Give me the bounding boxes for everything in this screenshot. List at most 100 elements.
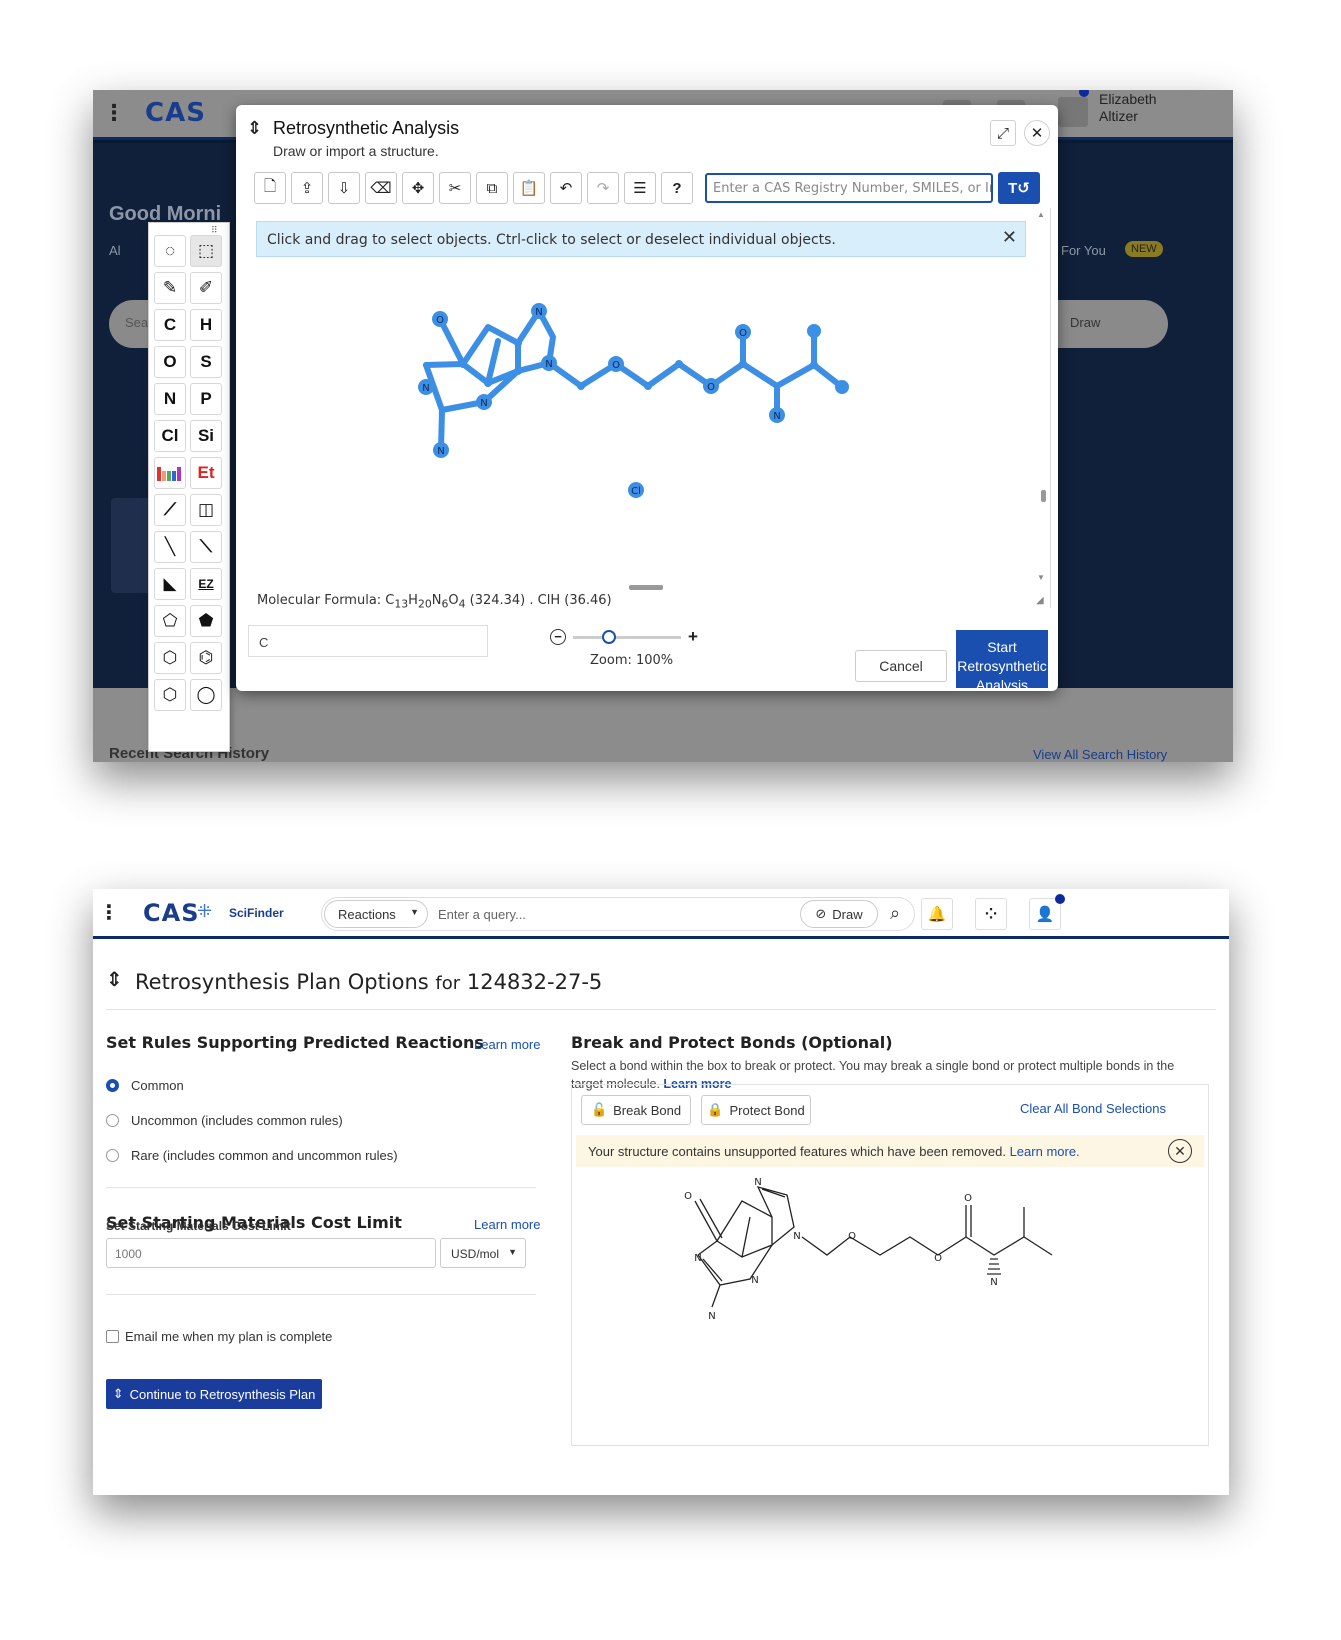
search-icon[interactable]: ⌕	[890, 903, 900, 924]
rule-option-common[interactable]: Common	[106, 1078, 184, 1093]
periodic-table-icon[interactable]	[154, 457, 186, 489]
zoom-slider-thumb[interactable]	[602, 630, 616, 644]
section-divider	[106, 1187, 536, 1188]
atom-label: O	[612, 360, 620, 371]
editor-molecule[interactable]: O N N N N N O O O N Cl	[236, 105, 1058, 605]
scifinder-brand: SciFinder	[229, 906, 284, 920]
new-badge: NEW	[1125, 241, 1163, 257]
heptagon-icon[interactable]: ⬡	[154, 679, 186, 711]
cas-logo: CAS	[143, 899, 200, 927]
email-checkbox[interactable]	[106, 1330, 119, 1343]
tool-sulfur[interactable]: S	[190, 346, 222, 378]
zoom-label: Zoom: 100%	[590, 653, 674, 668]
radio-rare[interactable]	[106, 1149, 119, 1162]
double-bond-icon[interactable]: ⟍	[190, 531, 222, 563]
protect-bond-button[interactable]: 🔒 Protect Bond	[701, 1095, 811, 1125]
lasso-tool-icon[interactable]: ◌	[154, 235, 186, 267]
rect-select-tool-icon[interactable]: ⬚	[190, 235, 222, 267]
currency-unit-dropdown[interactable]: USD/mol ▼	[440, 1238, 526, 1268]
retro-icon: ⇕	[112, 1386, 124, 1401]
search-type-dropdown[interactable]: Reactions ▼	[324, 900, 428, 928]
radio-uncommon[interactable]	[106, 1114, 119, 1127]
user-avatar[interactable]	[1058, 97, 1088, 127]
draw-button[interactable]: ⊘ Draw	[800, 900, 878, 928]
bond-molecule[interactable]: O N N N N N O O O N	[572, 1175, 1208, 1425]
radio-common[interactable]	[106, 1079, 119, 1092]
atom-label: N	[422, 383, 429, 394]
wedge-bond-icon[interactable]: ◣	[154, 568, 186, 600]
zoom-slider-track[interactable]	[573, 636, 681, 639]
notifications-icon[interactable]: 🔔	[921, 898, 953, 930]
cancel-button[interactable]: Cancel	[855, 650, 947, 682]
notification-dot	[1055, 894, 1065, 904]
rules-learn-more-link[interactable]: Learn more	[474, 1037, 540, 1052]
resize-handle-icon[interactable]: ◢	[1036, 595, 1044, 606]
tool-ethyl[interactable]: Et	[190, 457, 222, 489]
tool-silicon[interactable]: Si	[190, 420, 222, 452]
app-header: ⋮ CAS ⁜ SciFinder Reactions ▼ Enter a que…	[93, 889, 1229, 939]
atom-label: N	[694, 1253, 701, 1264]
single-bond-icon[interactable]: ╲	[154, 531, 186, 563]
atom-label: O	[934, 1253, 942, 1264]
page-title: Retrosynthesis Plan Options for 124832-2…	[135, 970, 603, 994]
atom-label: N	[480, 398, 487, 409]
atom-label: N	[708, 1311, 715, 1322]
zoom-in-icon[interactable]: +	[688, 627, 698, 647]
tool-oxygen[interactable]: O	[154, 346, 186, 378]
lock-icon: 🔒	[707, 1102, 724, 1117]
apps-icon[interactable]: ⁘	[975, 898, 1007, 930]
tool-ez[interactable]: EZ	[190, 568, 222, 600]
start-retrosynthetic-analysis-button[interactable]: Start Retrosynthetic Analysis	[956, 630, 1048, 688]
lock-open-icon: 🔓	[590, 1102, 608, 1117]
warning-learn-more-link[interactable]: Learn more.	[1010, 1144, 1080, 1159]
chevron-down-icon: ▼	[410, 907, 419, 917]
atom-label: N	[990, 1277, 997, 1288]
chain-tool-icon[interactable]: ⟋	[154, 494, 186, 526]
email-option[interactable]: Email me when my plan is complete	[106, 1329, 332, 1344]
zoom-out-icon[interactable]: −	[550, 629, 566, 645]
continue-button[interactable]: ⇕ Continue to Retrosynthesis Plan	[106, 1379, 322, 1409]
tool-phosphorus[interactable]: P	[190, 383, 222, 415]
benzene-icon[interactable]: ⌬	[190, 642, 222, 674]
tool-chlorine[interactable]: Cl	[154, 420, 186, 452]
retrosynthetic-analysis-dialog: ⇕ Retrosynthetic Analysis Draw or import…	[236, 105, 1058, 691]
kebab-menu-icon[interactable]: ⋮	[103, 100, 125, 126]
section-divider	[106, 1294, 536, 1295]
dimmed-footer: Recent Search History View All Search Hi…	[93, 688, 1233, 762]
editor-screenshot: ⋮ CAS Elizabeth Altizer Good Morni Al Fo…	[93, 90, 1233, 762]
title-divider	[106, 1009, 1216, 1010]
atom-input[interactable]: C	[248, 625, 488, 657]
atom-label: N	[751, 1275, 758, 1286]
dismiss-warning-icon[interactable]: ✕	[1168, 1139, 1192, 1163]
rule-option-uncommon[interactable]: Uncommon (includes common rules)	[106, 1113, 343, 1128]
template-tool-icon[interactable]: ◫	[190, 494, 222, 526]
cost-learn-more-link[interactable]: Learn more	[474, 1217, 540, 1232]
atom-label: N	[437, 446, 444, 457]
cost-limit-input[interactable]: 1000	[106, 1238, 436, 1268]
chevron-down-icon: ▼	[508, 1247, 517, 1257]
rule-option-rare[interactable]: Rare (includes common and uncommon rules…	[106, 1148, 398, 1163]
hexagon-icon[interactable]: ⬡	[154, 642, 186, 674]
unsupported-features-warning: Your structure contains unsupported feat…	[576, 1135, 1204, 1167]
draw-label-dimmed: Draw	[1070, 315, 1101, 330]
atom-label: N	[754, 1177, 761, 1188]
atom-label: N	[535, 307, 542, 318]
cyclopentadiene-icon[interactable]: ⬟	[190, 605, 222, 637]
clear-bond-selections-link[interactable]: Clear All Bond Selections	[1020, 1101, 1166, 1116]
kebab-menu-icon[interactable]: ⋮	[99, 900, 119, 925]
cost-field-label-span: Set Starting Materials Cost Limit	[106, 1219, 291, 1233]
pencil-tool-icon[interactable]: ✎	[154, 272, 186, 304]
tool-carbon[interactable]: C	[154, 309, 186, 341]
custom-ring-icon[interactable]: ◯	[190, 679, 222, 711]
break-bond-button[interactable]: 🔓 Break Bond	[581, 1095, 691, 1125]
pentagon-icon[interactable]: ⬠	[154, 605, 186, 637]
molecular-formula: Molecular Formula: C13H20N6O4 (324.34) .…	[257, 593, 612, 611]
atom-label: O	[684, 1191, 692, 1202]
drawing-toolbox: ⠿ ◌ ⬚ ✎ ✐ C H O S N P Cl Si Et ⟋ ◫ ╲ ⟍ ◣…	[148, 222, 230, 752]
atom-label: Cl	[631, 486, 641, 497]
eraser-tool-icon[interactable]: ✐	[190, 272, 222, 304]
user-name: Elizabeth Altizer	[1099, 91, 1157, 124]
search-input[interactable]: Enter a query...	[438, 907, 526, 922]
tool-nitrogen[interactable]: N	[154, 383, 186, 415]
tool-hydrogen[interactable]: H	[190, 309, 222, 341]
